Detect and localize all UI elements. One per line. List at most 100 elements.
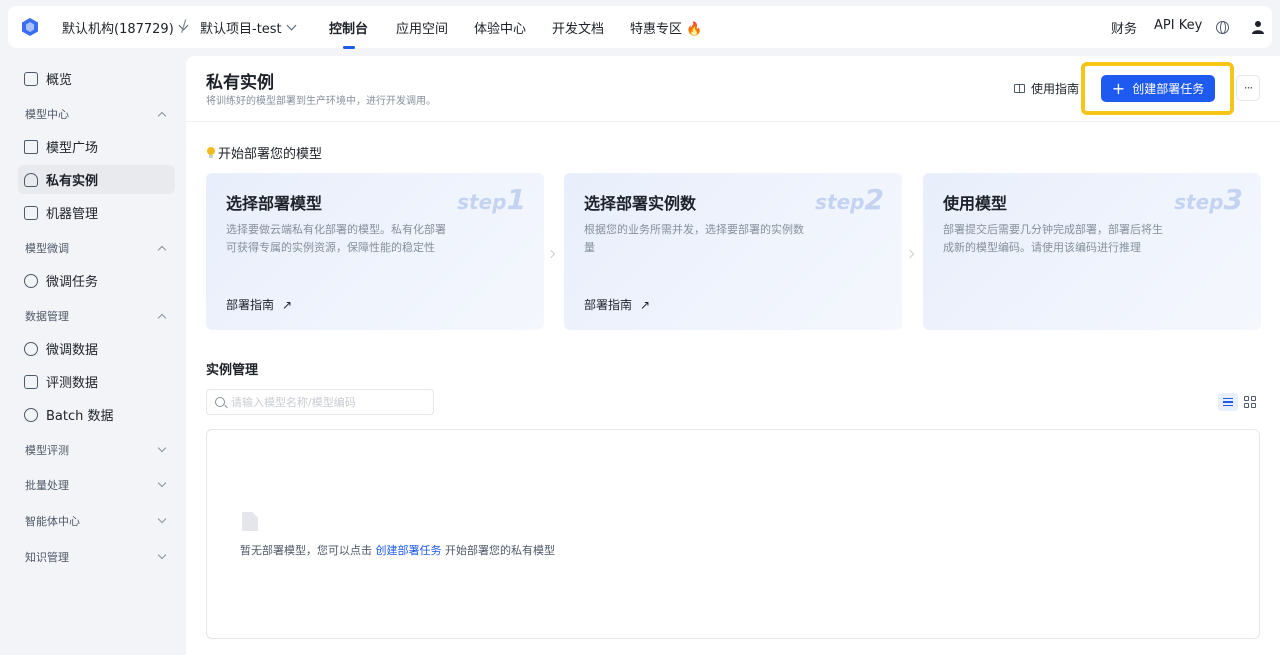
list-view-toggle[interactable]: [1218, 393, 1238, 411]
user-icon[interactable]: [1252, 20, 1264, 34]
sidebar-item-eval-data[interactable]: 评测数据: [18, 367, 175, 396]
empty-state-prefix: 暂无部署模型，您可以点击: [240, 544, 372, 557]
sidebar-group-model-eval[interactable]: 模型评测: [25, 442, 167, 458]
sidebar-group-label: 智能体中心: [25, 515, 80, 528]
sidebar-item-model-plaza[interactable]: 模型广场: [18, 132, 175, 161]
empty-state-message: 暂无部署模型，您可以点击 创建部署任务 开始部署您的私有模型: [240, 542, 555, 558]
step-badge: step1: [457, 183, 526, 216]
sidebar-group-agent-center[interactable]: 智能体中心: [25, 513, 167, 529]
cube-icon: [24, 139, 38, 154]
header-divider: [186, 121, 1280, 122]
step-word: step: [1174, 190, 1224, 214]
globe-icon[interactable]: [1216, 21, 1229, 34]
step-card-1: 选择部署模型 step1 选择要做云端私有化部署的模型。私有化部署可获得专属的实…: [206, 173, 544, 330]
start-section-label: 开始部署您的模型: [218, 147, 323, 162]
deploy-guide-label: 部署指南: [226, 298, 275, 312]
sidebar: 概览 模型中心 模型广场 私有实例 机器管理 模型微调 微调任务 数据管理 微调…: [8, 56, 185, 655]
tab-special-offers[interactable]: 特惠专区 🔥: [630, 18, 702, 37]
start-section-title: 开始部署您的模型: [206, 143, 322, 162]
step-card-2: 选择部署实例数 step2 根据您的业务所需并发，选择要部署的实例数量 部署指南…: [564, 173, 902, 330]
chevron-down-icon: [157, 514, 167, 524]
sidebar-item-fine-tune-data[interactable]: 微调数据: [18, 334, 175, 363]
sidebar-group-label: 模型评测: [25, 444, 69, 457]
sidebar-item-label: Batch 数据: [46, 409, 114, 424]
tab-app-space[interactable]: 应用空间: [396, 18, 448, 37]
sidebar-item-batch-data[interactable]: Batch 数据: [18, 400, 175, 429]
sidebar-group-label: 知识管理: [25, 551, 69, 564]
step-card-3: 使用模型 step3 部署提交后需要几分钟完成部署，部署后将生成新的模型编码。请…: [923, 173, 1261, 330]
chevron-up-icon: [157, 111, 167, 121]
api-key-link[interactable]: API Key: [1154, 18, 1202, 33]
app-logo-icon[interactable]: [21, 18, 39, 36]
cloud-icon: [24, 172, 38, 187]
breadcrumb-separator: /: [181, 16, 187, 35]
sidebar-item-label: 模型广场: [46, 141, 99, 156]
sidebar-group-knowledge[interactable]: 知识管理: [25, 549, 167, 565]
sidebar-item-private-instance[interactable]: 私有实例: [18, 165, 175, 194]
tab-dev-docs[interactable]: 开发文档: [552, 18, 604, 37]
step-card-title: 选择部署实例数: [584, 194, 697, 213]
document-icon: [242, 512, 258, 531]
sidebar-group-model-center[interactable]: 模型中心: [25, 106, 167, 122]
sidebar-group-label: 批量处理: [25, 479, 69, 492]
chevron-right-icon: [546, 249, 556, 259]
project-selector[interactable]: 默认项目-test: [200, 18, 297, 37]
search-box: [206, 389, 434, 415]
sidebar-item-machine-management[interactable]: 机器管理: [18, 198, 175, 227]
chevron-up-icon: [157, 313, 167, 323]
usage-guide-label: 使用指南: [1031, 82, 1080, 96]
create-deployment-link[interactable]: 创建部署任务: [376, 544, 442, 557]
instance-management-title: 实例管理: [206, 363, 259, 378]
sidebar-item-overview[interactable]: 概览: [18, 64, 175, 93]
org-selector[interactable]: 默认机构(187729): [62, 18, 189, 37]
database-icon: [24, 407, 38, 422]
search-input[interactable]: [231, 395, 421, 409]
plus-icon: +: [1111, 78, 1126, 98]
step-card-description: 选择要做云端私有化部署的模型。私有化部署可获得专属的实例资源，保障性能的稳定性: [226, 223, 446, 254]
deploy-guide-link[interactable]: 部署指南 ↗: [226, 296, 292, 313]
step-card-title: 选择部署模型: [226, 194, 323, 213]
org-label: 默认机构(187729): [62, 22, 174, 37]
chevron-up-icon: [157, 245, 167, 255]
create-deployment-label: 创建部署任务: [1132, 82, 1205, 96]
step-badge: step3: [1174, 183, 1243, 216]
chevron-down-icon: [286, 20, 297, 31]
deploy-guide-link[interactable]: 部署指南 ↗: [584, 296, 650, 313]
tab-experience-center[interactable]: 体验中心: [474, 18, 526, 37]
arrow-up-right-icon: ↗: [282, 297, 293, 312]
step-card-description: 部署提交后需要几分钟完成部署，部署后将生成新的模型编码。请使用该编码进行推理: [943, 223, 1163, 254]
instance-table: 暂无部署模型，您可以点击 创建部署任务 开始部署您的私有模型: [206, 429, 1260, 639]
search-icon: [215, 397, 225, 407]
sidebar-item-label: 微调数据: [46, 343, 99, 358]
project-label: 默认项目-test: [200, 22, 282, 37]
chevron-down-icon: [157, 550, 167, 560]
tab-console[interactable]: 控制台: [329, 18, 368, 49]
sidebar-item-label: 评测数据: [46, 376, 99, 391]
step-card-description: 根据您的业务所需并发，选择要部署的实例数量: [584, 223, 804, 254]
sliders-icon: [24, 273, 38, 288]
monitor-icon: [24, 71, 38, 86]
usage-guide-link[interactable]: 使用指南: [1014, 80, 1079, 97]
sidebar-group-data-management[interactable]: 数据管理: [25, 308, 167, 324]
step-card-title: 使用模型: [943, 194, 1008, 213]
sidebar-group-label: 数据管理: [25, 310, 69, 323]
chart-circle-icon: [24, 341, 38, 356]
grid-view-toggle[interactable]: [1244, 396, 1256, 408]
empty-state-suffix: 开始部署您的私有模型: [445, 544, 555, 557]
sidebar-item-label: 概览: [46, 73, 73, 88]
step-number: 1: [506, 183, 526, 216]
arrow-up-right-icon: ↗: [640, 297, 651, 312]
more-options-button[interactable]: ···: [1236, 75, 1260, 101]
step-badge: step2: [815, 183, 884, 216]
create-deployment-button[interactable]: + 创建部署任务: [1101, 75, 1215, 102]
step-word: step: [457, 190, 507, 214]
sidebar-item-label: 微调任务: [46, 275, 99, 290]
step-number: 2: [864, 183, 884, 216]
sidebar-item-fine-tune-tasks[interactable]: 微调任务: [18, 266, 175, 295]
finance-link[interactable]: 财务: [1111, 18, 1137, 37]
chevron-down-icon: [157, 478, 167, 488]
sidebar-group-fine-tuning[interactable]: 模型微调: [25, 240, 167, 256]
sidebar-group-batch-processing[interactable]: 批量处理: [25, 477, 167, 493]
sidebar-group-label: 模型中心: [25, 108, 69, 121]
page-subtitle: 将训练好的模型部署到生产环境中，进行开发调用。: [206, 96, 436, 107]
